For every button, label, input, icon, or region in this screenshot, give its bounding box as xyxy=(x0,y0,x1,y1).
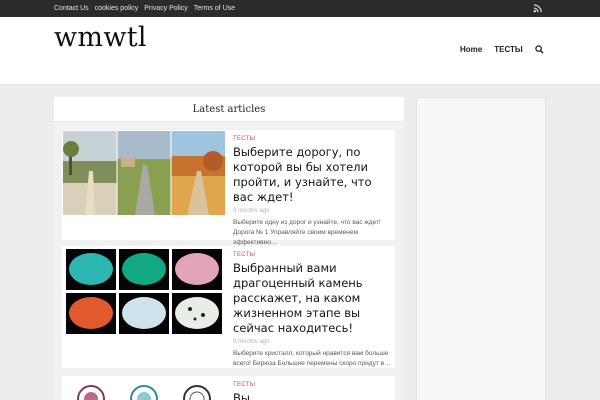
contact-us-link[interactable]: Contact Us xyxy=(54,5,89,12)
main-nav: Home ТЕСТЫ xyxy=(460,45,544,54)
section-title: Latest articles xyxy=(54,97,404,122)
article-body: ТЕСТЫ Выбранный вами драгоценный камень … xyxy=(233,252,391,369)
privacy-policy-link[interactable]: Privacy Policy xyxy=(144,5,188,12)
article-excerpt: Выберите кристалл, который нравится вам … xyxy=(233,350,391,367)
article-card[interactable]: ТЕСТЫ Выбранный вами драгоценный камень … xyxy=(62,246,395,368)
article-title[interactable]: Вы... xyxy=(233,391,391,400)
article-feed: ТЕСТЫ Выберите дорогу, по которой вы бы … xyxy=(54,122,404,400)
article-card[interactable]: ТЕСТЫ Вы... xyxy=(62,376,395,400)
site-header: wmwtl Home ТЕСТЫ xyxy=(0,17,600,85)
article-title[interactable]: Выбранный вами драгоценный камень расска… xyxy=(233,261,391,336)
article-category[interactable]: ТЕСТЫ xyxy=(233,252,391,258)
article-body: ТЕСТЫ Выберите дорогу, по которой вы бы … xyxy=(233,136,391,248)
rss-icon[interactable] xyxy=(533,4,542,13)
article-card[interactable]: ТЕСТЫ Выберите дорогу, по которой вы бы … xyxy=(62,130,395,246)
nav-tests[interactable]: ТЕСТЫ xyxy=(494,45,523,54)
article-body: ТЕСТЫ Вы... xyxy=(233,382,391,400)
cookies-policy-link[interactable]: cookies policy xyxy=(95,5,139,12)
article-category[interactable]: ТЕСТЫ xyxy=(233,136,391,142)
article-date: 9 months ago xyxy=(233,339,270,345)
top-links: Contact Us cookies policy Privacy Policy… xyxy=(54,0,235,17)
top-bar: Contact Us cookies policy Privacy Policy… xyxy=(0,0,600,17)
nav-home[interactable]: Home xyxy=(460,45,482,54)
article-title[interactable]: Выберите дорогу, по которой вы бы хотели… xyxy=(233,145,391,205)
article-excerpt: Выберите одну из дорог и узнайте, что ва… xyxy=(233,219,381,246)
search-icon[interactable] xyxy=(535,45,544,54)
terms-of-use-link[interactable]: Terms of Use xyxy=(194,5,235,12)
article-thumbnail-gemstones[interactable] xyxy=(63,247,225,337)
main-content: Latest articles ТЕСТЫ Выберите дорогу, п… xyxy=(54,97,404,400)
article-thumbnail-dreamcatchers[interactable] xyxy=(63,377,225,400)
article-category[interactable]: ТЕСТЫ xyxy=(233,382,391,388)
article-date: 9 months ago xyxy=(233,208,270,214)
site-logo[interactable]: wmwtl xyxy=(54,22,147,53)
article-thumbnail-roads[interactable] xyxy=(63,131,225,215)
sidebar xyxy=(416,97,546,400)
